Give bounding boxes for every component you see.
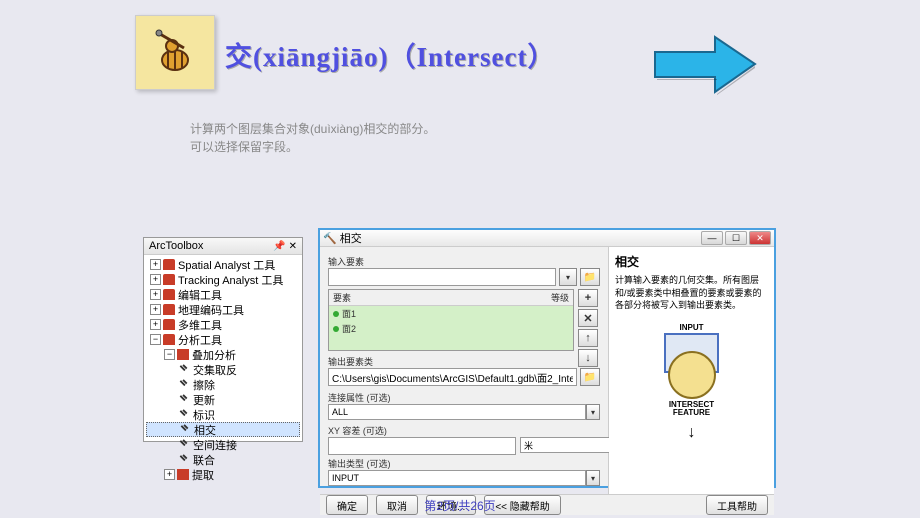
maximize-button[interactable]: ☐ xyxy=(725,231,747,245)
input-features-label: 输入要素 xyxy=(328,255,600,268)
output-type-label: 输出类型 (可选) xyxy=(328,457,600,470)
output-type-select[interactable] xyxy=(328,470,586,486)
tree-tool[interactable]: 交集取反 xyxy=(146,362,300,377)
help-circle-icon xyxy=(668,351,716,399)
tree-item-extract[interactable]: +提取 xyxy=(146,467,300,482)
dialog-title-text: 相交 xyxy=(340,233,362,245)
tree-tool[interactable]: 擦除 xyxy=(146,377,300,392)
output-label: 输出要素类 xyxy=(328,355,600,368)
browse-output-button[interactable]: 📁 xyxy=(580,368,600,386)
tree-item-overlay[interactable]: −叠加分析 xyxy=(146,347,300,362)
dialog-titlebar[interactable]: 🔨 相交 — ☐ ✕ xyxy=(320,230,774,247)
chevron-down-icon[interactable]: ▾ xyxy=(586,470,600,486)
feature-list[interactable]: 要素 等级 面1 面2 xyxy=(328,289,574,351)
page-title: 交(xiāngjiāo)（Intersect） xyxy=(225,35,555,74)
intersect-dialog: 🔨 相交 — ☐ ✕ 输入要素 ▾ 📁 要素 等级 面1 面2 xyxy=(318,228,776,488)
description-text: 计算两个图层集合对象(duìxiàng)相交的部分。 可以选择保留字段。 xyxy=(190,120,435,156)
tree-item[interactable]: +Tracking Analyst 工具 xyxy=(146,272,300,287)
desc-line: 可以选择保留字段。 xyxy=(190,138,435,156)
browse-button[interactable]: 📁 xyxy=(580,268,600,286)
output-path-field[interactable] xyxy=(328,368,577,386)
move-down-button[interactable]: ↓ xyxy=(578,349,598,367)
join-attr-select[interactable] xyxy=(328,404,586,420)
help-diagram: INPUT INTERSECT FEATURE ↓ xyxy=(615,322,768,442)
arctoolbox-titlebar: ArcToolbox 📌 ✕ xyxy=(144,238,302,255)
desc-line: 计算两个图层集合对象(duìxiàng)相交的部分。 xyxy=(190,120,435,138)
remove-item-button[interactable]: ✕ xyxy=(578,309,598,327)
bee-icon xyxy=(135,15,215,90)
list-header-left: 要素 xyxy=(333,291,351,304)
list-header-right: 等级 xyxy=(551,291,569,304)
xy-tol-field[interactable] xyxy=(328,437,516,455)
help-intersect-label: INTERSECT FEATURE xyxy=(669,401,714,419)
xy-tol-label: XY 容差 (可选) xyxy=(328,424,600,437)
tree-item[interactable]: +地理编码工具 xyxy=(146,302,300,317)
tree-tool-intersect[interactable]: 相交 xyxy=(146,422,300,437)
help-text: 计算输入要素的几何交集。所有图层和/或要素类中相叠置的要素或要素的各部分将被写入… xyxy=(615,274,768,312)
add-item-button[interactable]: + xyxy=(578,289,598,307)
tree-tool[interactable]: 空间连接 xyxy=(146,437,300,452)
help-title: 相交 xyxy=(615,253,768,270)
tree-tool[interactable]: 联合 xyxy=(146,452,300,467)
tree-item[interactable]: +编辑工具 xyxy=(146,287,300,302)
dialog-help-panel: 相交 计算输入要素的几何交集。所有图层和/或要素类中相叠置的要素或要素的各部分将… xyxy=(609,247,774,494)
tree-tool[interactable]: 标识 xyxy=(146,407,300,422)
next-arrow-icon xyxy=(650,32,760,97)
close-button[interactable]: ✕ xyxy=(749,231,771,245)
list-item[interactable]: 面1 xyxy=(329,306,573,321)
arrow-down-icon: ↓ xyxy=(688,424,696,442)
arctoolbox-tree: +Spatial Analyst 工具 +Tracking Analyst 工具… xyxy=(144,255,302,484)
join-attr-label: 连接属性 (可选) xyxy=(328,391,600,404)
help-input-label: INPUT xyxy=(680,324,704,333)
chevron-down-icon[interactable]: ▾ xyxy=(586,404,600,420)
input-features-field[interactable] xyxy=(328,268,556,286)
page-indicator: 第2页/共26页 xyxy=(0,497,920,514)
minimize-button[interactable]: — xyxy=(701,231,723,245)
dropdown-icon[interactable]: ▾ xyxy=(559,268,577,286)
move-up-button[interactable]: ↑ xyxy=(578,329,598,347)
pin-icon[interactable]: 📌 ✕ xyxy=(273,241,297,252)
arctoolbox-panel: ArcToolbox 📌 ✕ +Spatial Analyst 工具 +Trac… xyxy=(143,237,303,442)
tree-item[interactable]: +Spatial Analyst 工具 xyxy=(146,257,300,272)
tree-item[interactable]: −分析工具 xyxy=(146,332,300,347)
tree-tool[interactable]: 更新 xyxy=(146,392,300,407)
tree-item[interactable]: +多维工具 xyxy=(146,317,300,332)
arctoolbox-title-text: ArcToolbox xyxy=(149,240,203,252)
dialog-main-panel: 输入要素 ▾ 📁 要素 等级 面1 面2 + ✕ ↑ xyxy=(320,247,609,494)
list-item[interactable]: 面2 xyxy=(329,321,573,336)
